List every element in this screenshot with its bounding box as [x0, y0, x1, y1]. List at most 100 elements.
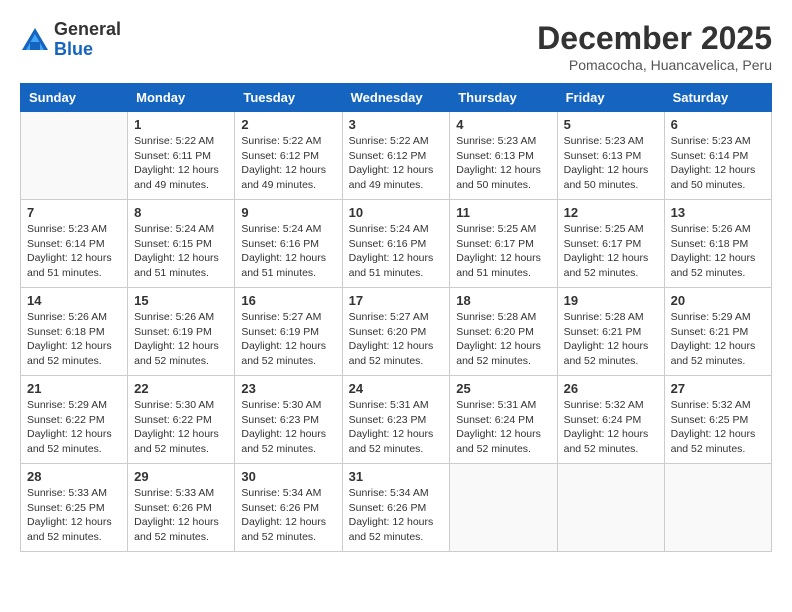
day-number: 11	[456, 205, 550, 220]
day-number: 2	[241, 117, 335, 132]
logo-general: General	[54, 20, 121, 40]
col-header-wednesday: Wednesday	[342, 84, 450, 112]
calendar-cell: 23 Sunrise: 5:30 AMSunset: 6:23 PMDayligh…	[235, 376, 342, 464]
day-info: Sunrise: 5:24 AMSunset: 6:15 PMDaylight:…	[134, 222, 228, 281]
day-info: Sunrise: 5:27 AMSunset: 6:20 PMDaylight:…	[349, 310, 444, 369]
day-info: Sunrise: 5:29 AMSunset: 6:21 PMDaylight:…	[671, 310, 765, 369]
calendar-cell: 9 Sunrise: 5:24 AMSunset: 6:16 PMDaylight…	[235, 200, 342, 288]
calendar-cell: 11 Sunrise: 5:25 AMSunset: 6:17 PMDayligh…	[450, 200, 557, 288]
calendar-cell	[557, 464, 664, 552]
day-number: 8	[134, 205, 228, 220]
logo-blue: Blue	[54, 40, 121, 60]
day-number: 14	[27, 293, 121, 308]
title-block: December 2025 Pomacocha, Huancavelica, P…	[537, 20, 772, 73]
day-number: 7	[27, 205, 121, 220]
week-row-3: 14 Sunrise: 5:26 AMSunset: 6:18 PMDayligh…	[21, 288, 772, 376]
calendar-cell: 7 Sunrise: 5:23 AMSunset: 6:14 PMDaylight…	[21, 200, 128, 288]
month-title: December 2025	[537, 20, 772, 57]
day-info: Sunrise: 5:31 AMSunset: 6:24 PMDaylight:…	[456, 398, 550, 457]
day-number: 29	[134, 469, 228, 484]
day-number: 9	[241, 205, 335, 220]
calendar-cell: 12 Sunrise: 5:25 AMSunset: 6:17 PMDayligh…	[557, 200, 664, 288]
day-number: 21	[27, 381, 121, 396]
day-number: 30	[241, 469, 335, 484]
day-info: Sunrise: 5:34 AMSunset: 6:26 PMDaylight:…	[349, 486, 444, 545]
calendar-cell: 28 Sunrise: 5:33 AMSunset: 6:25 PMDayligh…	[21, 464, 128, 552]
col-header-sunday: Sunday	[21, 84, 128, 112]
day-number: 18	[456, 293, 550, 308]
calendar-cell: 27 Sunrise: 5:32 AMSunset: 6:25 PMDayligh…	[664, 376, 771, 464]
col-header-tuesday: Tuesday	[235, 84, 342, 112]
week-row-2: 7 Sunrise: 5:23 AMSunset: 6:14 PMDaylight…	[21, 200, 772, 288]
calendar-table: SundayMondayTuesdayWednesdayThursdayFrid…	[20, 83, 772, 552]
calendar-cell: 6 Sunrise: 5:23 AMSunset: 6:14 PMDaylight…	[664, 112, 771, 200]
calendar-cell: 13Sunrise: 5:26 AMSunset: 6:18 PMDayligh…	[664, 200, 771, 288]
day-number: 3	[349, 117, 444, 132]
calendar-cell: 15 Sunrise: 5:26 AMSunset: 6:19 PMDayligh…	[128, 288, 235, 376]
day-info: Sunrise: 5:25 AMSunset: 6:17 PMDaylight:…	[456, 222, 550, 281]
day-number: 23	[241, 381, 335, 396]
calendar-cell	[664, 464, 771, 552]
day-number: 6	[671, 117, 765, 132]
day-number: 25	[456, 381, 550, 396]
calendar-cell	[450, 464, 557, 552]
day-info: Sunrise: 5:27 AMSunset: 6:19 PMDaylight:…	[241, 310, 335, 369]
day-info: Sunrise: 5:32 AMSunset: 6:25 PMDaylight:…	[671, 398, 765, 457]
calendar-cell: 25 Sunrise: 5:31 AMSunset: 6:24 PMDayligh…	[450, 376, 557, 464]
day-number: 20	[671, 293, 765, 308]
day-info: Sunrise: 5:23 AMSunset: 6:14 PMDaylight:…	[671, 134, 765, 193]
calendar-cell: 16Sunrise: 5:27 AMSunset: 6:19 PMDayligh…	[235, 288, 342, 376]
day-info: Sunrise: 5:26 AMSunset: 6:18 PMDaylight:…	[671, 222, 765, 281]
calendar-cell: 21Sunrise: 5:29 AMSunset: 6:22 PMDayligh…	[21, 376, 128, 464]
day-number: 5	[564, 117, 658, 132]
day-info: Sunrise: 5:23 AMSunset: 6:14 PMDaylight:…	[27, 222, 121, 281]
day-number: 17	[349, 293, 444, 308]
day-number: 22	[134, 381, 228, 396]
day-info: Sunrise: 5:26 AMSunset: 6:19 PMDaylight:…	[134, 310, 228, 369]
day-number: 28	[27, 469, 121, 484]
day-info: Sunrise: 5:28 AMSunset: 6:20 PMDaylight:…	[456, 310, 550, 369]
day-info: Sunrise: 5:30 AMSunset: 6:23 PMDaylight:…	[241, 398, 335, 457]
calendar-cell: 8 Sunrise: 5:24 AMSunset: 6:15 PMDaylight…	[128, 200, 235, 288]
day-number: 12	[564, 205, 658, 220]
day-info: Sunrise: 5:24 AMSunset: 6:16 PMDaylight:…	[349, 222, 444, 281]
week-row-4: 21Sunrise: 5:29 AMSunset: 6:22 PMDayligh…	[21, 376, 772, 464]
logo-icon	[20, 26, 50, 54]
calendar-cell: 22 Sunrise: 5:30 AMSunset: 6:22 PMDayligh…	[128, 376, 235, 464]
calendar-header-row: SundayMondayTuesdayWednesdayThursdayFrid…	[21, 84, 772, 112]
day-info: Sunrise: 5:24 AMSunset: 6:16 PMDaylight:…	[241, 222, 335, 281]
calendar-cell: 10 Sunrise: 5:24 AMSunset: 6:16 PMDayligh…	[342, 200, 450, 288]
day-number: 24	[349, 381, 444, 396]
calendar-cell: 4Sunrise: 5:23 AMSunset: 6:13 PMDaylight…	[450, 112, 557, 200]
day-number: 10	[349, 205, 444, 220]
calendar-cell: 26 Sunrise: 5:32 AMSunset: 6:24 PMDayligh…	[557, 376, 664, 464]
day-number: 31	[349, 469, 444, 484]
day-info: Sunrise: 5:25 AMSunset: 6:17 PMDaylight:…	[564, 222, 658, 281]
calendar-cell	[21, 112, 128, 200]
logo-text: General Blue	[54, 20, 121, 60]
calendar-cell: 18 Sunrise: 5:28 AMSunset: 6:20 PMDayligh…	[450, 288, 557, 376]
week-row-5: 28 Sunrise: 5:33 AMSunset: 6:25 PMDayligh…	[21, 464, 772, 552]
col-header-saturday: Saturday	[664, 84, 771, 112]
calendar-cell: 2 Sunrise: 5:22 AMSunset: 6:12 PMDaylight…	[235, 112, 342, 200]
day-number: 27	[671, 381, 765, 396]
col-header-friday: Friday	[557, 84, 664, 112]
day-info: Sunrise: 5:32 AMSunset: 6:24 PMDaylight:…	[564, 398, 658, 457]
calendar-cell: 29Sunrise: 5:33 AMSunset: 6:26 PMDayligh…	[128, 464, 235, 552]
day-info: Sunrise: 5:22 AMSunset: 6:12 PMDaylight:…	[241, 134, 335, 193]
calendar-cell: 3Sunrise: 5:22 AMSunset: 6:12 PMDaylight…	[342, 112, 450, 200]
day-info: Sunrise: 5:33 AMSunset: 6:25 PMDaylight:…	[27, 486, 121, 545]
day-number: 4	[456, 117, 550, 132]
day-number: 26	[564, 381, 658, 396]
day-info: Sunrise: 5:22 AMSunset: 6:11 PMDaylight:…	[134, 134, 228, 193]
calendar-cell: 5Sunrise: 5:23 AMSunset: 6:13 PMDaylight…	[557, 112, 664, 200]
day-info: Sunrise: 5:30 AMSunset: 6:22 PMDaylight:…	[134, 398, 228, 457]
day-info: Sunrise: 5:34 AMSunset: 6:26 PMDaylight:…	[241, 486, 335, 545]
day-number: 15	[134, 293, 228, 308]
day-info: Sunrise: 5:26 AMSunset: 6:18 PMDaylight:…	[27, 310, 121, 369]
calendar-cell: 30 Sunrise: 5:34 AMSunset: 6:26 PMDayligh…	[235, 464, 342, 552]
day-info: Sunrise: 5:28 AMSunset: 6:21 PMDaylight:…	[564, 310, 658, 369]
calendar-cell: 19Sunrise: 5:28 AMSunset: 6:21 PMDayligh…	[557, 288, 664, 376]
calendar-cell: 31 Sunrise: 5:34 AMSunset: 6:26 PMDayligh…	[342, 464, 450, 552]
day-info: Sunrise: 5:31 AMSunset: 6:23 PMDaylight:…	[349, 398, 444, 457]
